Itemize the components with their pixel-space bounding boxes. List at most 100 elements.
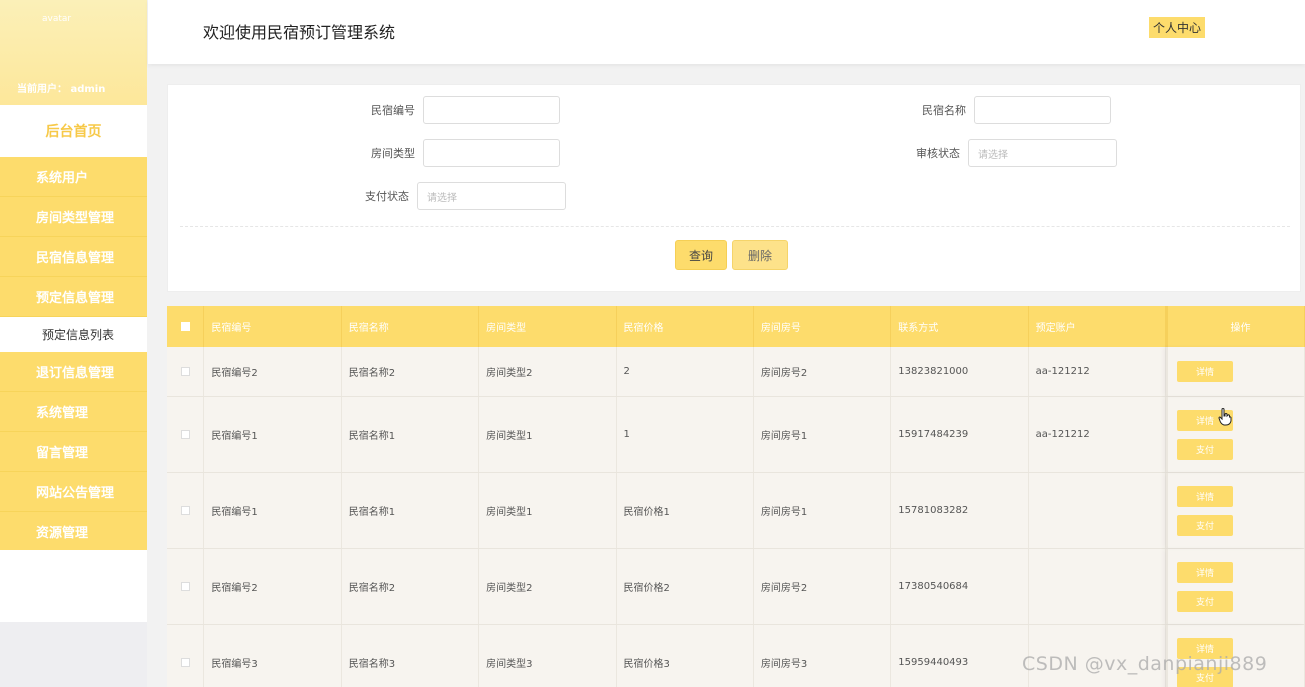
avatar: avatar (42, 14, 72, 24)
homestay-no-label: 民宿编号 (371, 104, 415, 117)
sidebar-item-room-types[interactable]: 房间类型管理 (0, 197, 147, 237)
row-checkbox[interactable] (180, 506, 190, 515)
column-header: 民宿编号 (204, 306, 342, 347)
table-cell: 民宿名称1 (342, 397, 480, 472)
table-cell: 13823821000 (891, 347, 1029, 396)
table-cell: 房间类型2 (479, 549, 617, 624)
table-cell: 房间房号3 (754, 625, 892, 687)
sidebar: avatar 当前用户： admin 后台首页 系统用户 房间类型管理 民宿信息… (0, 0, 147, 687)
hand-cursor-icon (1218, 408, 1232, 426)
detail-button[interactable]: 详情 (1177, 361, 1234, 382)
table-row: 民宿编号1 民宿名称1 房间类型1 民宿价格1 房间房号1 15781083282 详情 支付 (167, 473, 1305, 549)
sidebar-item-announcements[interactable]: 网站公告管理 (0, 472, 147, 512)
homestay-name-input[interactable] (974, 96, 1111, 124)
pay-status-field: 支付状态 请选择 (365, 182, 566, 210)
table-cell: 民宿价格1 (617, 473, 754, 548)
homestay-no-input[interactable] (423, 96, 560, 124)
table-cell: 民宿价格2 (617, 549, 754, 624)
row-select-cell (167, 397, 205, 472)
table-cell: 民宿编号2 (204, 549, 342, 624)
row-select-cell (167, 347, 205, 396)
detail-button[interactable]: 详情 (1177, 485, 1234, 507)
table-cell: 民宿名称1 (342, 473, 480, 548)
row-checkbox[interactable] (180, 430, 190, 439)
table-cell: 民宿价格3 (617, 625, 754, 687)
sidebar-item-booking-info[interactable]: 预定信息管理 (0, 277, 147, 317)
table-cell: 民宿名称2 (342, 347, 480, 396)
table-cell: 民宿名称2 (342, 549, 480, 624)
sidebar-item-homestay-info[interactable]: 民宿信息管理 (0, 237, 147, 277)
table-cell (1029, 473, 1167, 548)
homestay-name-label: 民宿名称 (922, 104, 966, 117)
audit-status-label: 审核状态 (916, 147, 960, 160)
pay-button[interactable]: 支付 (1177, 514, 1234, 536)
search-panel: 民宿编号 民宿名称 房间类型 审核状态 请选择 支付状态 请选择 查询 删除 (167, 84, 1301, 292)
room-type-label: 房间类型 (371, 147, 415, 160)
detail-button[interactable]: 详情 (1177, 561, 1234, 583)
pay-button[interactable]: 支付 (1177, 438, 1234, 460)
page-title: 欢迎使用民宿预订管理系统 (203, 23, 396, 42)
sidebar-menu: 系统用户 房间类型管理 民宿信息管理 预定信息管理 预定信息列表 退订信息管理 … (0, 157, 147, 552)
sidebar-item-cancellation[interactable]: 退订信息管理 (0, 352, 147, 392)
table-cell: 民宿编号2 (204, 347, 342, 396)
query-button[interactable]: 查询 (675, 240, 727, 270)
delete-button[interactable]: 删除 (732, 240, 788, 270)
table-header: 民宿编号 民宿名称 房间类型 民宿价格 房间房号 联系方式 预定账户 操作 (167, 306, 1305, 347)
table-cell: aa-121212 (1029, 347, 1167, 396)
table-cell (1029, 549, 1167, 624)
column-header: 民宿价格 (617, 306, 754, 347)
sidebar-item-messages[interactable]: 留言管理 (0, 432, 147, 472)
pay-button[interactable]: 支付 (1177, 590, 1234, 612)
table-cell: 房间类型3 (479, 625, 617, 687)
table-cell: 15917484239 (891, 397, 1029, 472)
actions-cell: 详情 (1166, 347, 1305, 396)
table-row: 民宿编号2 民宿名称2 房间类型2 2 房间房号2 13823821000 aa-12121… (167, 347, 1305, 397)
pay-status-select[interactable]: 请选择 (417, 182, 566, 210)
sidebar-item-resources[interactable]: 资源管理 (0, 512, 147, 552)
table-cell: 民宿编号1 (204, 473, 342, 548)
watermark: CSDN @vx_danpianji889 (1022, 653, 1268, 675)
column-header: 联系方式 (891, 306, 1029, 347)
table-row: 民宿编号1 民宿名称1 房间类型1 1 房间房号1 15917484239 aa-12121… (167, 397, 1305, 473)
booking-table: 民宿编号 民宿名称 房间类型 民宿价格 房间房号 联系方式 预定账户 操作 民宿… (167, 306, 1305, 687)
audit-status-select[interactable]: 请选择 (968, 139, 1117, 167)
sidebar-blank (0, 550, 147, 622)
sidebar-item-system-users[interactable]: 系统用户 (0, 157, 147, 197)
sidebar-item-system-management[interactable]: 系统管理 (0, 392, 147, 432)
table-cell: 15781083282 (891, 473, 1029, 548)
table-cell: 2 (617, 347, 754, 396)
table-cell: 1 (617, 397, 754, 472)
table-cell: 房间房号1 (754, 397, 892, 472)
actions-cell: 详情 支付 (1166, 549, 1305, 624)
table-cell: 民宿编号1 (204, 397, 342, 472)
row-checkbox[interactable] (180, 658, 190, 667)
profile-button[interactable]: 个人中心 (1149, 17, 1206, 38)
table-cell: 房间类型2 (479, 347, 617, 396)
column-header: 房间房号 (754, 306, 892, 347)
table-cell: 房间房号1 (754, 473, 892, 548)
row-select-cell (167, 473, 205, 548)
current-user-label: 当前用户： admin (17, 84, 106, 95)
table-cell: 17380540684 (891, 549, 1029, 624)
top-header: 欢迎使用民宿预订管理系统 个人中心 (148, 0, 1305, 64)
table-body: 民宿编号2 民宿名称2 房间类型2 2 房间房号2 13823821000 aa-12121… (167, 347, 1305, 687)
row-checkbox[interactable] (180, 582, 190, 591)
row-select-cell (167, 549, 205, 624)
select-all-cell (167, 306, 205, 347)
room-type-field: 房间类型 (371, 139, 560, 167)
sidebar-subitem-booking-list[interactable]: 预定信息列表 (0, 317, 147, 352)
sidebar-profile-area: avatar 当前用户： admin (0, 0, 147, 105)
sidebar-item-home[interactable]: 后台首页 (0, 105, 147, 157)
homestay-no-field: 民宿编号 (371, 96, 560, 124)
homestay-name-field: 民宿名称 (922, 96, 1111, 124)
row-checkbox[interactable] (180, 367, 190, 376)
table-cell: 房间房号2 (754, 347, 892, 396)
table-cell: 15959440493 (891, 625, 1029, 687)
room-type-input[interactable] (423, 139, 560, 167)
audit-status-field: 审核状态 请选择 (916, 139, 1117, 167)
table-cell: 房间房号2 (754, 549, 892, 624)
table-row: 民宿编号2 民宿名称2 房间类型2 民宿价格2 房间房号2 17380540684 详情支付 (167, 549, 1305, 625)
column-header: 预定账户 (1029, 306, 1167, 347)
table-cell: 民宿名称3 (342, 625, 480, 687)
select-all-checkbox[interactable] (180, 322, 190, 331)
